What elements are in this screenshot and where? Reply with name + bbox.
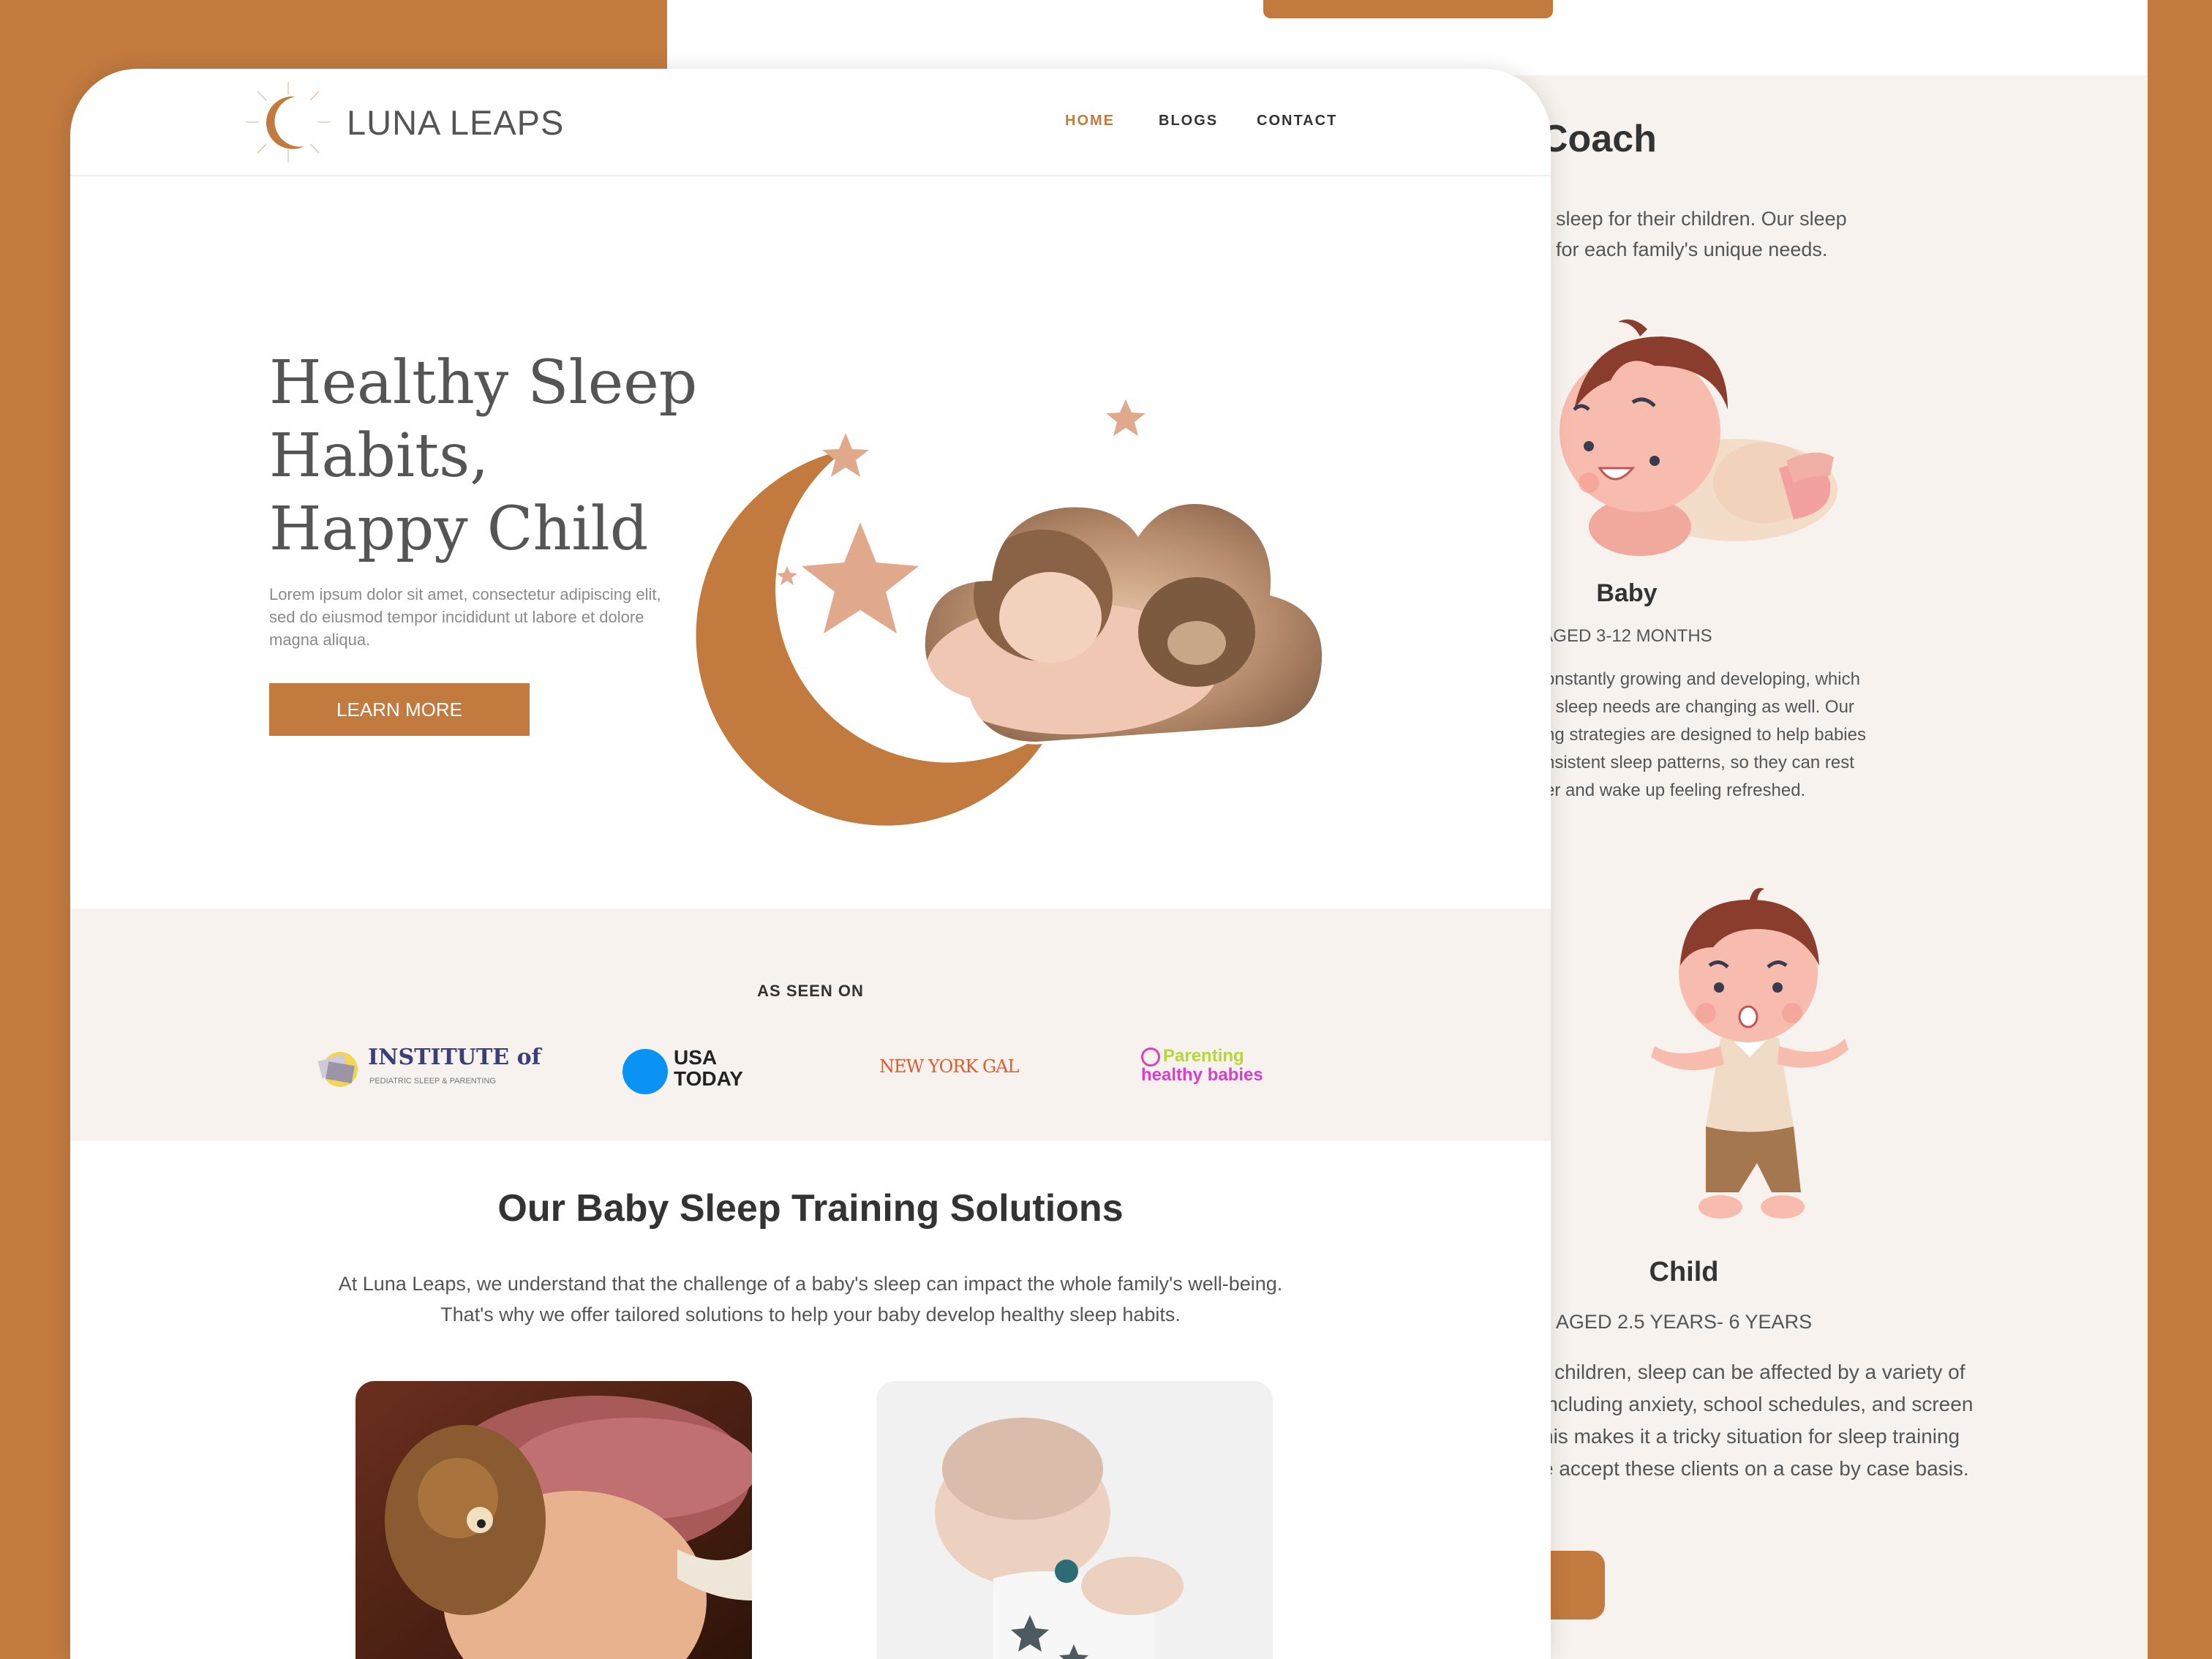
institute-logo-sub: PEDIATRIC SLEEP & PARENTING	[369, 1077, 496, 1086]
cloud-photo	[925, 504, 1323, 742]
as-seen-on-label: AS SEEN ON	[757, 982, 864, 1000]
parenting-logo-line2: healthy babies	[1141, 1065, 1263, 1085]
parenting-logo-line1: Parenting	[1163, 1046, 1244, 1066]
star-icon	[802, 522, 919, 633]
usa-today-line1: USA	[674, 1046, 718, 1069]
child-card-description: r children, sleep can be affected by a v…	[1542, 1356, 1995, 1485]
star-icon	[1106, 399, 1146, 436]
usa-today-logo[interactable]: USA TODAY	[622, 1046, 761, 1097]
back-page-header	[667, 0, 2148, 75]
intro-line: sleep for their children. Our sleep	[1556, 208, 1847, 230]
front-page: LUNA LEAPS HOME BLOGS CONTACT Healthy Sl…	[70, 69, 1551, 1659]
description-line: nsistent sleep patterns, so they can res…	[1545, 753, 1854, 772]
nav-blogs[interactable]: BLOGS	[1159, 113, 1218, 129]
usa-today-line2: TODAY	[674, 1067, 743, 1090]
solutions-title: Our Baby Sleep Training Solutions	[497, 1187, 1124, 1230]
description-line: er and wake up feeling refreshed.	[1545, 780, 1806, 800]
description-line: his makes it a tricky situation for slee…	[1542, 1425, 1960, 1448]
coach-section-intro: sleep for their children. Our sleep for …	[1556, 203, 1936, 265]
usa-today-dot-icon	[622, 1049, 668, 1094]
new-york-gal-logo[interactable]: NEW YORK GAL	[879, 1056, 1019, 1077]
solutions-description: At Luna Leaps, we understand that the ch…	[338, 1273, 1283, 1325]
baby-card-description: onstantly growing and developing, which …	[1545, 666, 1925, 805]
learn-more-button[interactable]: LEARN MORE	[269, 683, 530, 736]
nav-contact[interactable]: CONTACT	[1257, 113, 1337, 129]
star-icon	[822, 433, 869, 477]
nav-home[interactable]: HOME	[1065, 113, 1115, 129]
child-illustration	[1651, 888, 1848, 1219]
parenting-healthy-babies-logo[interactable]: Parenting healthy babies	[1140, 1045, 1279, 1097]
description-line: e accept these clients on a case by case…	[1542, 1457, 1969, 1480]
description-line: r children, sleep can be affected by a v…	[1542, 1361, 1965, 1383]
baby-with-teddy-photo	[356, 1381, 752, 1659]
institute-logo-main: INSTITUTE of	[368, 1045, 541, 1070]
description-line: ng strategies are designed to help babie…	[1545, 725, 1866, 745]
hero-illustration	[696, 399, 1329, 826]
hero-description: Lorem ipsum dolor sit amet, consectetur …	[269, 585, 661, 649]
back-page-header-button[interactable]	[1263, 0, 1553, 18]
star-icon	[777, 566, 797, 585]
baby-illustration	[1560, 319, 1837, 556]
description-line: including anxiety, school schedules, and…	[1542, 1393, 1974, 1415]
baby-card-title: Baby	[1596, 579, 1658, 607]
description-line: onstantly growing and developing, which	[1545, 669, 1860, 689]
brand-name[interactable]: LUNA LEAPS	[347, 102, 564, 143]
institute-logo[interactable]: INSTITUTE of PEDIATRIC SLEEP & PARENTING	[314, 1045, 541, 1097]
child-card-age: AGED 2.5 YEARS- 6 YEARS	[1555, 1311, 1813, 1333]
institute-logo-icon	[317, 1052, 358, 1087]
top-nav: LUNA LEAPS HOME BLOGS CONTACT	[70, 69, 1551, 176]
child-card-title: Child	[1649, 1257, 1719, 1287]
description-line: r sleep needs are changing as well. Our	[1545, 697, 1854, 717]
sleeping-baby-photo	[876, 1381, 1273, 1659]
as-seen-on-band	[70, 908, 1551, 1141]
parenting-smiley-icon	[1141, 1047, 1160, 1066]
intro-line: for each family's unique needs.	[1556, 238, 1828, 260]
moon-logo-icon[interactable]	[244, 82, 332, 162]
coach-section-title: Coach	[1540, 118, 1657, 160]
